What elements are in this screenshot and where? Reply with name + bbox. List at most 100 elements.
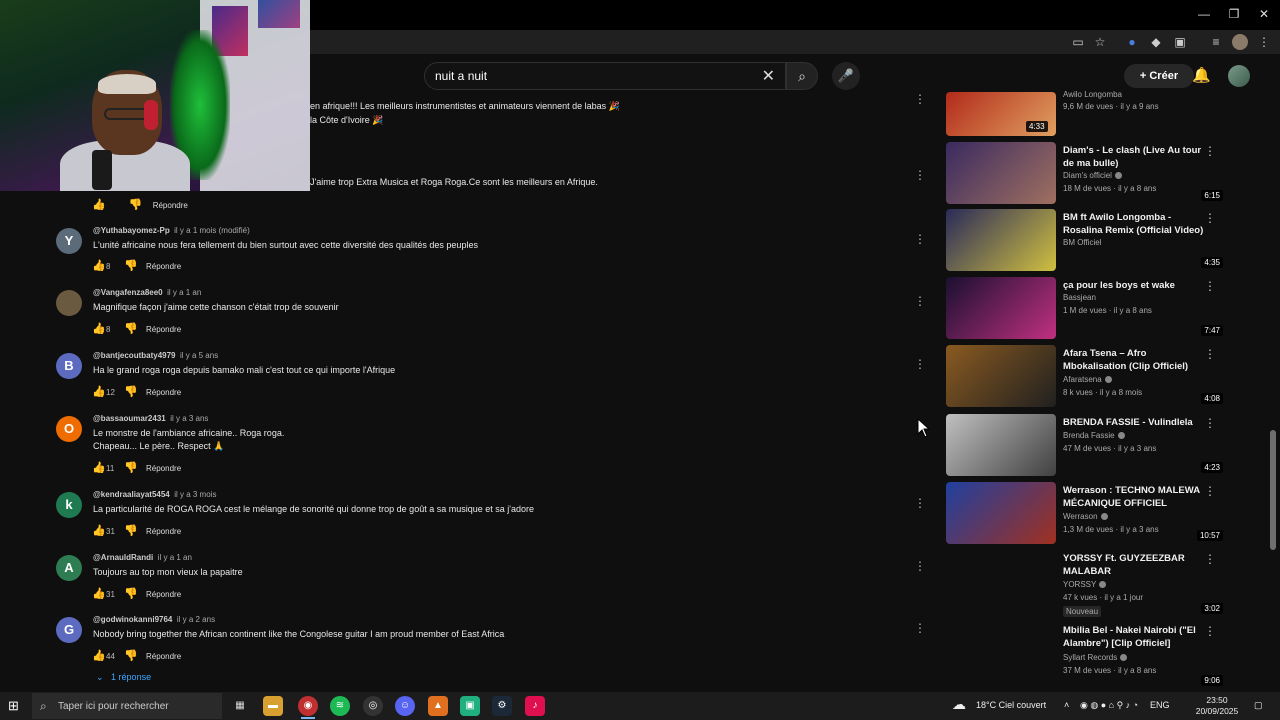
clear-search-icon[interactable]: ✕ [762, 66, 775, 86]
steam-icon[interactable]: ⚙ [492, 696, 512, 716]
dislike-icon[interactable]: 👎 [124, 524, 146, 537]
video-title[interactable]: Werrason : TECHNO MALEWA MÉCANIQUE OFFIC… [1063, 484, 1208, 510]
video-more-icon[interactable]: ⋮ [1204, 484, 1216, 498]
sidebar-video[interactable]: 4:23 BRENDA FASSIE - Vulindlela Brenda F… [946, 414, 1226, 476]
app-icon[interactable]: ▲ [428, 696, 448, 716]
reply-button[interactable]: Répondre [153, 201, 188, 210]
sidebar-video[interactable]: 10:57 Werrason : TECHNO MALEWA MÉCANIQUE… [946, 482, 1226, 544]
video-channel[interactable]: YORSSY [1063, 580, 1107, 589]
sidebar-video[interactable]: 9:06 Mbilia Bel - Nakei Nairobi ("El Ala… [946, 622, 1226, 686]
video-channel[interactable]: Syllart Records [1063, 653, 1128, 662]
dislike-icon[interactable]: 👎 [124, 461, 146, 474]
view-replies-link[interactable]: ⌄ 1 réponse [96, 672, 151, 683]
obs-icon[interactable]: ◎ [363, 696, 383, 716]
reply-button[interactable]: Répondre [146, 388, 181, 397]
spotify-icon[interactable]: ≋ [330, 696, 350, 716]
video-title[interactable]: Mbilia Bel - Nakei Nairobi ("El Alambre"… [1063, 624, 1208, 650]
comment-more-icon[interactable]: ⋮ [914, 168, 926, 182]
author-name[interactable]: @Yuthabayomez-Pp [93, 226, 170, 235]
bookmark-star-icon[interactable]: ☆ [1092, 34, 1108, 50]
media-control-icon[interactable]: ≡ [1208, 34, 1224, 50]
video-more-icon[interactable]: ⋮ [1204, 347, 1216, 361]
comment-avatar[interactable] [56, 290, 82, 316]
notification-center-icon[interactable]: ▢ [1254, 700, 1263, 711]
like-icon[interactable]: 👍 [92, 322, 106, 335]
comment-more-icon[interactable]: ⋮ [914, 357, 926, 371]
video-thumbnail[interactable] [946, 414, 1056, 476]
like-icon[interactable]: 👍 [92, 649, 106, 662]
comment-more-icon[interactable]: ⋮ [914, 559, 926, 573]
video-title[interactable]: BM ft Awilo Longomba - Rosalina Remix (O… [1063, 211, 1208, 237]
author-name[interactable]: @bantjecoutbaty4979 [93, 351, 176, 360]
comment-avatar[interactable]: k [56, 492, 82, 518]
page-scrollbar[interactable] [1270, 430, 1276, 550]
video-channel[interactable]: Bassjean [1063, 293, 1096, 302]
comment-avatar[interactable]: Y [56, 228, 82, 254]
video-thumbnail[interactable] [946, 209, 1056, 271]
account-avatar[interactable] [1228, 65, 1250, 87]
notifications-bell-icon[interactable]: 🔔 [1192, 66, 1211, 86]
tray-overflow-icon[interactable]: ˄ [1064, 700, 1069, 710]
video-channel[interactable]: Awilo Longomba [1063, 90, 1122, 99]
search-input[interactable]: nuit a nuit ✕ [424, 62, 786, 90]
task-view-icon[interactable]: ▦ [230, 696, 250, 716]
dislike-icon[interactable]: 👎 [124, 587, 146, 600]
browser-address-bar[interactable]: ▭ ☆ ● ◆ ▣ ≡ ⋮ [300, 30, 1280, 54]
reply-button[interactable]: Répondre [146, 590, 181, 599]
dislike-icon[interactable]: 👎 [124, 385, 146, 398]
chrome-icon[interactable]: ◉ [298, 696, 318, 716]
cast-icon[interactable]: ▭ [1070, 34, 1086, 50]
comment-more-icon[interactable]: ⋮ [914, 621, 926, 635]
like-icon[interactable]: 👍 [92, 461, 106, 474]
create-button[interactable]: + Créer [1124, 64, 1194, 88]
video-more-icon[interactable]: ⋮ [1204, 279, 1216, 293]
like-icon[interactable]: 👍 [92, 524, 106, 537]
sidebar-video[interactable]: 4:08 Afara Tsena – Afro Mbokalisation (C… [946, 345, 1226, 407]
video-title[interactable]: Diam's - Le clash (Live Au tour de ma bu… [1063, 144, 1208, 170]
close-window-button[interactable]: ✕ [1256, 6, 1272, 22]
dislike-icon[interactable]: 👎 [124, 259, 146, 272]
comment-more-icon[interactable]: ⋮ [914, 294, 926, 308]
reply-button[interactable]: Répondre [146, 262, 181, 271]
minimize-button[interactable]: — [1196, 6, 1212, 22]
profile-avatar[interactable] [1232, 34, 1248, 50]
reply-button[interactable]: Répondre [146, 325, 181, 334]
video-thumbnail[interactable] [946, 550, 1056, 612]
video-more-icon[interactable]: ⋮ [1204, 552, 1216, 566]
video-channel[interactable]: Diam's officiel [1063, 171, 1122, 180]
discord-icon[interactable]: ☺ [395, 696, 415, 716]
like-icon[interactable]: 👍 [92, 259, 106, 272]
video-thumbnail[interactable] [946, 142, 1056, 204]
comment-avatar[interactable]: G [56, 617, 82, 643]
comment-more-icon[interactable]: ⋮ [914, 92, 926, 106]
comment-more-icon[interactable]: ⋮ [914, 232, 926, 246]
video-channel[interactable]: BM Officiel [1063, 238, 1102, 247]
browser-menu-icon[interactable]: ⋮ [1256, 34, 1272, 50]
author-name[interactable]: @Vangafenza8ee0 [93, 288, 163, 297]
dislike-icon[interactable]: 👎 [124, 322, 146, 335]
extension-icon[interactable]: ● [1124, 34, 1140, 50]
video-title[interactable]: ça pour les boys et wake [1063, 279, 1208, 292]
video-thumbnail[interactable] [946, 277, 1056, 339]
video-thumbnail[interactable] [946, 345, 1056, 407]
like-icon[interactable]: 👍 [92, 385, 106, 398]
author-name[interactable]: @ArnauldRandi [93, 553, 153, 562]
sidebar-video[interactable]: 6:15 Diam's - Le clash (Live Au tour de … [946, 142, 1226, 204]
author-name[interactable]: @godwinokanni9764 [93, 615, 172, 624]
video-more-icon[interactable]: ⋮ [1204, 624, 1216, 638]
voice-search-button[interactable]: 🎤 [832, 62, 860, 90]
dislike-icon[interactable]: 👎 [128, 198, 150, 211]
language-indicator[interactable]: ENG [1150, 700, 1170, 710]
comment-avatar[interactable]: A [56, 555, 82, 581]
comment-avatar[interactable]: O [56, 416, 82, 442]
video-more-icon[interactable]: ⋮ [1204, 144, 1216, 158]
tray-icons[interactable]: ◉ ◍ ● ⌂ ⚲ ♪ ◔ [1080, 700, 1138, 711]
video-more-icon[interactable]: ⋮ [1204, 211, 1216, 225]
file-explorer-icon[interactable]: ▬ [263, 696, 283, 716]
app-icon[interactable]: ▣ [460, 696, 480, 716]
taskbar-search-box[interactable]: ⌕ Taper ici pour rechercher [32, 693, 222, 719]
sidebar-video[interactable]: 4:35 BM ft Awilo Longomba - Rosalina Rem… [946, 209, 1226, 271]
video-channel[interactable]: Brenda Fassie [1063, 431, 1125, 440]
extensions-puzzle-icon[interactable]: ▣ [1172, 34, 1188, 50]
video-channel[interactable]: Werrason [1063, 512, 1108, 521]
